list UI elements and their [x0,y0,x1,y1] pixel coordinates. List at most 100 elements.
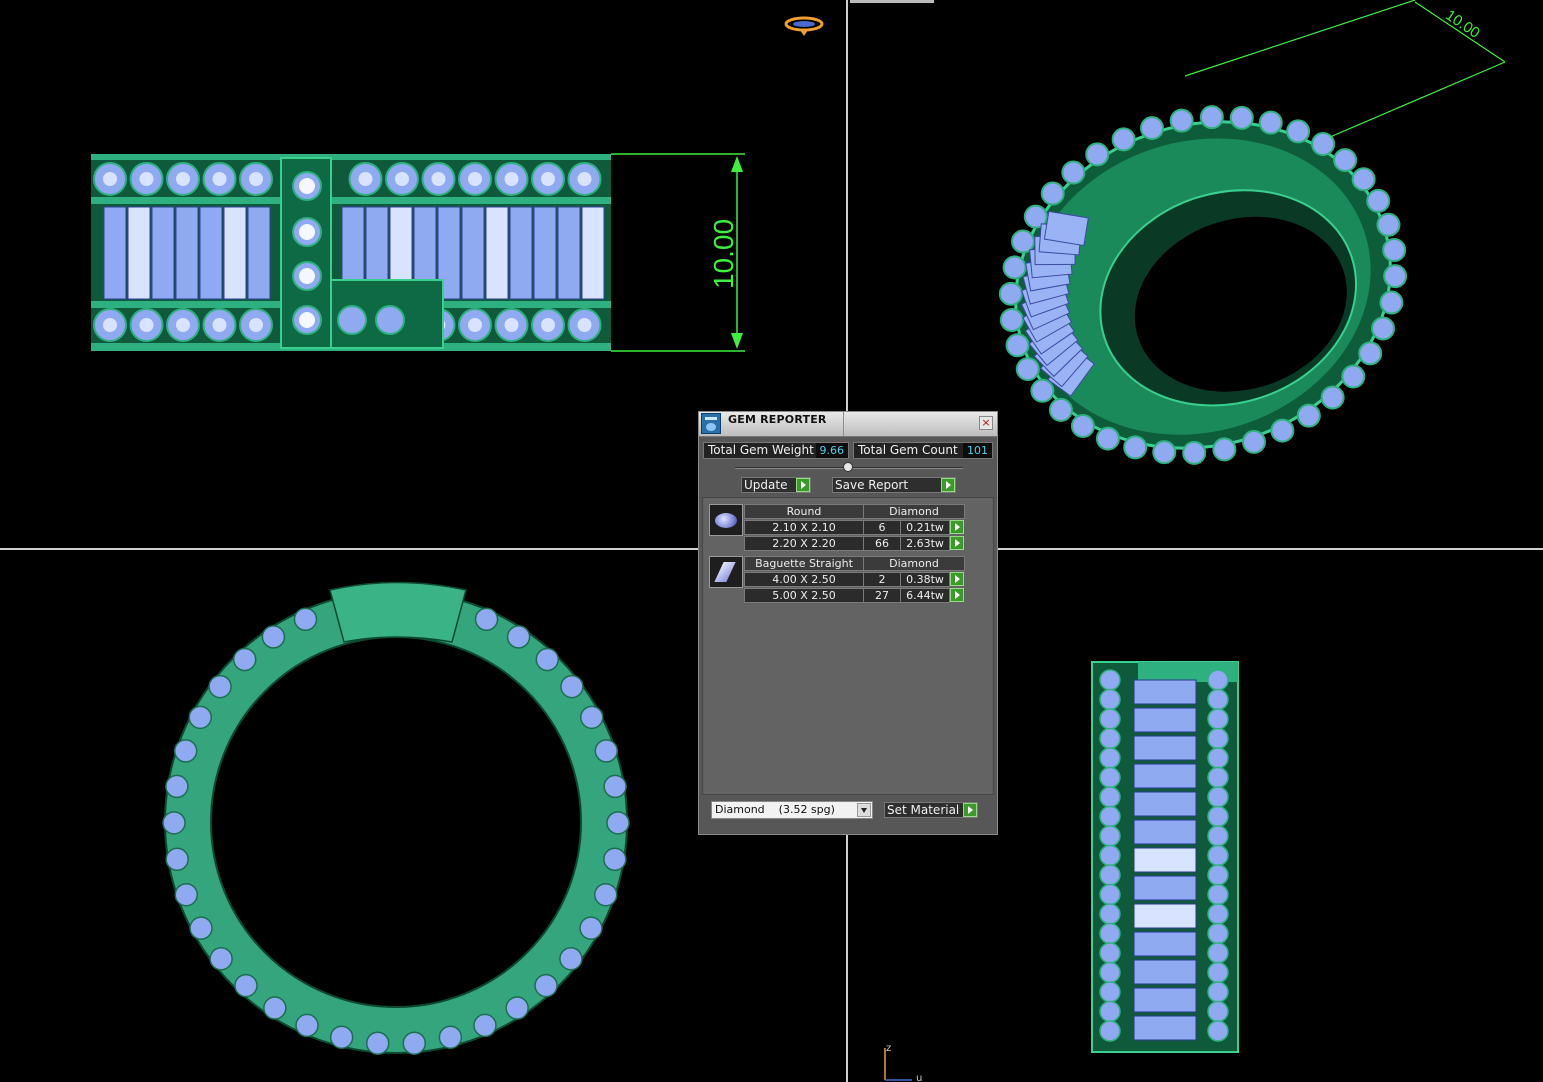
round-gem [173,739,198,763]
total-gem-count-value: 101 [963,443,992,458]
round-gem [1182,440,1207,465]
round-gem [1341,364,1366,389]
gem-list[interactable]: Round Diamond 2.10 X 2.10 6 0.21tw 2.20 … [702,497,994,795]
round-gem [174,882,198,907]
update-label: Update [744,478,788,492]
gem-weight-cell: 6.44tw [900,588,950,603]
round-gem [1099,805,1121,828]
round-gem [560,674,584,699]
baguette-gem [1043,210,1089,247]
round-gem [337,305,367,335]
round-gem [1099,942,1121,964]
round-gem [189,916,213,940]
round-gem [402,1031,427,1055]
round-gem [1010,229,1035,254]
slider-handle[interactable] [843,462,853,472]
gem-size-cell: 2.20 X 2.20 [744,536,864,551]
round-gem [1099,961,1121,984]
set-material-button[interactable]: Set Material [884,802,978,818]
round-gem [1207,942,1229,964]
round-gem [1048,397,1073,422]
round-gem [1382,238,1407,263]
round-gem [559,946,583,971]
round-gem [1207,708,1229,730]
round-gem [1207,903,1229,925]
gem-count-cell: 66 [863,536,901,551]
gem-highlight [103,318,117,332]
round-gem [535,647,560,672]
round-gem [1207,766,1229,789]
center-setting [329,581,467,643]
baguette-gem [461,206,485,300]
gem-highlight [504,318,519,332]
round-gem [579,916,603,940]
baguette-gem [175,206,199,300]
row-go-icon[interactable] [950,588,964,602]
round-gem [1099,727,1121,750]
round-gem [1351,167,1376,192]
round-gem [474,607,499,632]
baguette-gem [1133,735,1197,761]
gem-count-cell: 2 [863,572,901,587]
round-gem [594,739,619,763]
round-gem [1207,883,1229,906]
save-report-button[interactable]: Save Report [832,477,956,493]
baguette-gem-icon[interactable] [709,556,743,588]
gem-material-header: Diamond [863,504,965,519]
gem-reporter-titlebar[interactable]: GEM REPORTER × [699,412,997,437]
update-go-icon[interactable] [796,478,810,492]
axis-indicator: z u [884,1043,922,1082]
update-button[interactable]: Update [741,477,811,493]
gem-size-cell: 2.10 X 2.10 [744,520,864,535]
round-gem-icon[interactable] [709,504,743,536]
round-gem [1333,148,1358,173]
round-gem [1207,844,1229,867]
round-gem [375,305,405,335]
gem-highlight [468,318,482,332]
round-gem [1270,418,1295,443]
gem-highlight [212,172,227,186]
close-icon[interactable]: × [979,416,993,430]
round-gem [1099,922,1121,945]
round-gem [234,973,258,998]
gem-size-cell: 5.00 X 2.50 [744,588,864,603]
round-gem [162,811,186,835]
round-gem [263,996,287,1020]
round-gem [1099,747,1121,769]
row-go-icon[interactable] [950,536,964,550]
baguette-gem [1133,987,1197,1013]
title-separator [843,412,844,436]
baguette-gem [1133,707,1197,733]
gem-highlight [176,318,190,332]
total-gem-weight-field: Total Gem Weight 9.66 [703,442,849,459]
round-gem [1099,844,1121,867]
round-gem [295,1013,319,1038]
round-gem [1099,981,1121,1003]
row-go-icon[interactable] [950,520,964,534]
baguette-gem [1133,679,1197,705]
gem-highlight [395,172,409,186]
gem-highlight [468,172,482,186]
round-gem [293,607,318,632]
chevron-down-icon[interactable] [857,803,871,817]
row-go-icon[interactable] [950,572,964,586]
gem-size-cell: 4.00 X 2.50 [744,572,864,587]
gem-weight-cell: 2.63tw [900,536,950,551]
material-select[interactable]: Diamond (3.52 spg) [711,801,873,819]
save-report-go-icon[interactable] [941,478,955,492]
round-gem [1123,435,1148,460]
axis-z-label: z [886,1043,891,1054]
round-gem [1005,333,1030,358]
round-gem [1070,413,1095,438]
baguette-gem [1133,847,1197,873]
set-material-go-icon[interactable] [963,803,977,817]
gem-highlight [249,318,263,332]
round-gem [1099,786,1121,808]
material-select-value: Diamond (3.52 spg) [715,803,835,816]
round-gem [1207,922,1229,945]
round-gem [1095,426,1120,451]
baguette-gem [1133,931,1197,957]
round-gem [1152,440,1177,465]
gem-highlight [358,172,373,186]
gem-shape-header: Round [744,504,864,519]
